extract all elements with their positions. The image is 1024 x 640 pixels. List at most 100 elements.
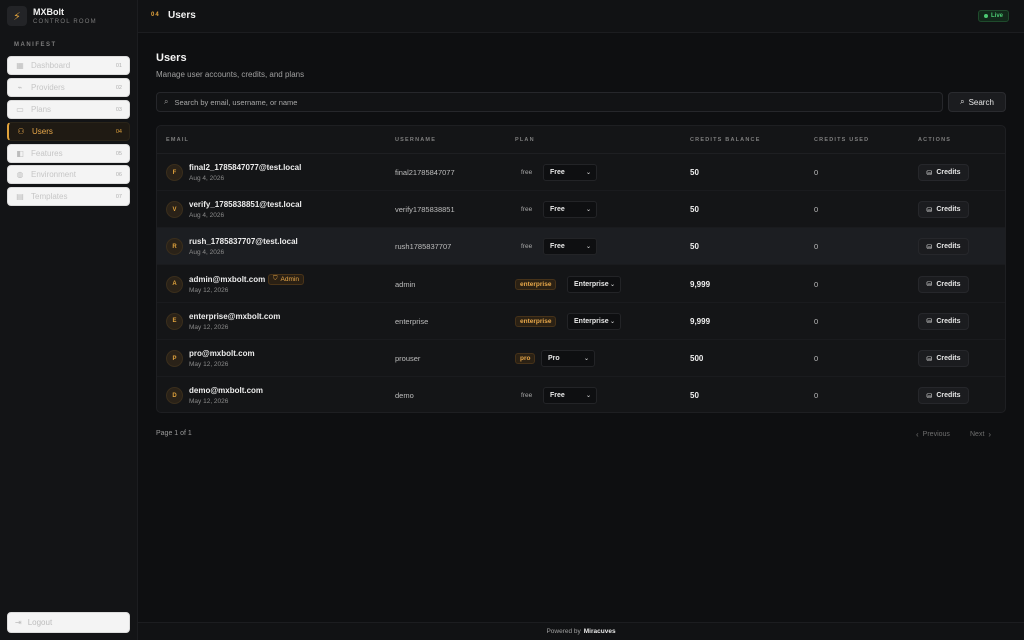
logout-icon: ⇥ <box>15 618 22 627</box>
plug-icon: ⌁ <box>17 83 23 92</box>
avatar: E <box>166 312 183 330</box>
admin-badge: ⛉ Admin <box>268 273 304 285</box>
sidebar-item-users[interactable]: ⚇ Users 04 <box>7 122 130 141</box>
credits-button-label: Credits <box>936 392 961 400</box>
plan-select[interactable]: Free ⌄ <box>543 387 597 405</box>
sidebar-item-providers[interactable]: ⌁ Providers 02 <box>7 78 130 97</box>
user-email: enterprise@mxbolt.com <box>189 311 281 321</box>
chevron-down-icon: ⌄ <box>585 244 591 251</box>
plan-tag: enterprise <box>515 315 557 327</box>
user-created-date: May 12, 2026 <box>189 323 229 331</box>
credits-used: 0 <box>814 354 819 363</box>
sidebar-item-environment[interactable]: ◍ Environment 06 <box>7 165 130 184</box>
next-page-button[interactable]: Next › <box>970 426 995 442</box>
plan-select[interactable]: Free ⌄ <box>543 164 597 181</box>
credits-button[interactable]: ⛁ Credits <box>918 350 969 367</box>
user-username: verify1785838851 <box>395 205 455 215</box>
user-created-date: Aug 4, 2026 <box>189 175 225 182</box>
user-created-date: May 12, 2026 <box>189 286 229 294</box>
column-credits-used: CREDITS USED <box>814 137 870 143</box>
grid-icon: ▦ <box>16 61 24 70</box>
page-subtitle: Manage user accounts, credits, and plans <box>156 70 305 79</box>
table-row: Vverify_1785838851@test.local Aug 4, 2026… <box>157 191 1005 229</box>
table-row: Ddemo@mxbolt.com May 12, 2026 demo free Free… <box>157 377 1005 412</box>
plan-select-value: Enterprise <box>574 280 609 288</box>
sidebar-item-templates[interactable]: ▤ Templates 07 <box>7 187 130 206</box>
globe-icon: ◍ <box>16 170 24 179</box>
plan-select[interactable]: Free ⌄ <box>543 201 597 219</box>
page-title: Users <box>156 52 187 64</box>
plan-select[interactable]: Pro ⌄ <box>541 350 595 367</box>
table-row: Eenterprise@mxbolt.com May 12, 2026 enterp… <box>157 303 1005 340</box>
sidebar: ⚡ MXBolt CONTROL ROOM MANIFEST ▦ Dashboar… <box>0 0 138 640</box>
credits-button-label: Credits <box>936 280 961 288</box>
credits-button[interactable]: ⛁ Credits <box>918 238 969 256</box>
credits-balance: 9,999 <box>690 316 711 326</box>
logout-label: Logout <box>27 618 53 627</box>
plan-select[interactable]: Enterprise ⌄ <box>567 275 621 293</box>
chevron-down-icon: ⌄ <box>585 393 591 400</box>
sidebar-item-plans[interactable]: ▭ Plans 03 <box>7 100 130 119</box>
user-username: prouser <box>395 354 421 363</box>
pagination-info: Page 1 of 1 <box>156 430 192 437</box>
user-email: pro@mxbolt.com <box>189 349 255 358</box>
sidebar-item-number: 06 <box>115 171 122 178</box>
column-username: USERNAME <box>395 137 437 143</box>
column-plan: PLAN <box>515 137 535 143</box>
table-row: Ffinal2_1785847077@test.local Aug 4, 2026… <box>157 154 1005 191</box>
sidebar-item-label: Plans <box>31 105 52 114</box>
user-username: rush1785837707 <box>395 242 452 252</box>
user-created-date: May 12, 2026 <box>189 398 229 406</box>
avatar: R <box>166 238 183 256</box>
plan-select[interactable]: Free ⌄ <box>543 238 597 256</box>
credits-balance: 50 <box>690 242 699 252</box>
sidebar-item-dashboard[interactable]: ▦ Dashboard 01 <box>7 56 130 75</box>
chevron-down-icon: ⌄ <box>585 207 591 214</box>
user-created-date: Aug 4, 2026 <box>189 249 225 257</box>
credits-used: 0 <box>814 168 819 177</box>
sidebar-item-label: Templates <box>31 192 68 201</box>
toggle-icon: ◧ <box>16 149 24 158</box>
previous-label: Previous <box>922 430 950 438</box>
plan-select[interactable]: Enterprise ⌄ <box>567 312 621 330</box>
credits-balance: 500 <box>690 354 704 363</box>
table-row: Rrush_1785837707@test.local Aug 4, 2026 ru… <box>157 228 1005 266</box>
chevron-down-icon: ⌄ <box>609 318 615 325</box>
sidebar-item-label: Features <box>31 149 63 158</box>
credits-button-label: Credits <box>936 169 961 176</box>
sidebar-section-label: MANIFEST <box>14 42 57 48</box>
shield-icon: ⛉ <box>273 275 278 282</box>
admin-badge-label: Admin <box>280 275 299 283</box>
previous-page-button[interactable]: ‹ Previous <box>912 426 950 442</box>
live-label: Live <box>990 13 1003 19</box>
credits-button[interactable]: ⛁ Credits <box>918 387 969 405</box>
plan-tag: free <box>521 392 533 400</box>
credits-button[interactable]: ⛁ Credits <box>918 164 969 181</box>
credits-button[interactable]: ⛁ Credits <box>918 275 969 293</box>
coins-icon: ⛁ <box>926 169 933 177</box>
search-button[interactable]: ⌕ Search <box>948 92 1006 112</box>
sidebar-item-number: 07 <box>115 193 122 200</box>
plan-tag: pro <box>515 353 536 364</box>
chevron-down-icon: ⌄ <box>585 170 591 176</box>
sidebar-item-number: 02 <box>115 84 122 91</box>
credits-button[interactable]: ⛁ Credits <box>918 312 969 330</box>
search-input[interactable] <box>174 97 942 107</box>
chevron-down-icon: ⌄ <box>583 356 589 362</box>
plan-select-value: Free <box>550 206 565 214</box>
user-username: enterprise <box>395 316 429 326</box>
column-credits-balance: CREDITS BALANCE <box>690 137 761 143</box>
avatar: P <box>166 350 183 367</box>
credits-used: 0 <box>814 279 819 289</box>
avatar: V <box>166 201 183 219</box>
plan-tag: free <box>521 243 533 251</box>
search-icon: ⌕ <box>164 97 169 106</box>
column-email: EMAIL <box>166 137 190 143</box>
sidebar-item-features[interactable]: ◧ Features 05 <box>7 144 130 163</box>
credits-button-label: Credits <box>936 243 961 251</box>
logout-button[interactable]: ⇥ Logout <box>7 612 130 633</box>
credits-used: 0 <box>814 391 819 401</box>
credits-button[interactable]: ⛁ Credits <box>918 201 969 219</box>
live-dot-icon <box>983 14 988 18</box>
coins-icon: ⛁ <box>926 243 933 251</box>
